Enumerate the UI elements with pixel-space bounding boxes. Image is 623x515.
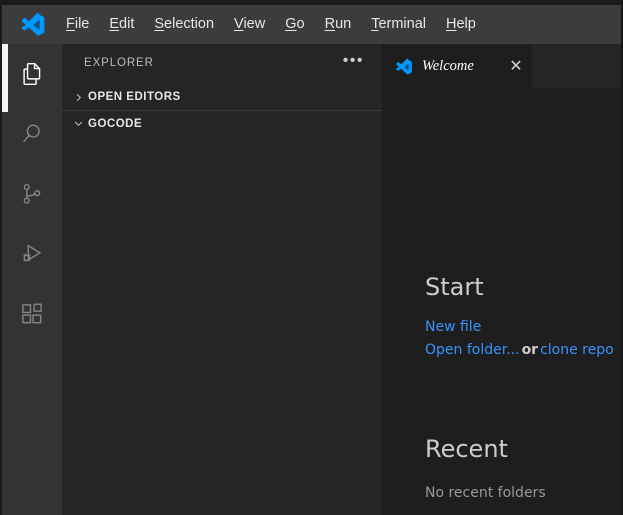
menu-item-selection[interactable]: Selection: [145, 13, 223, 36]
menu-item-file[interactable]: File: [57, 13, 98, 36]
menu-item-go[interactable]: Go: [276, 13, 313, 36]
menu-mnemonic-selection: S: [154, 16, 164, 32]
activity-item-source-control[interactable]: [2, 164, 62, 224]
chevron-right-icon: [70, 89, 86, 105]
sidebar-section-label-gocode: GOCODE: [88, 118, 142, 130]
menu-rest-selection: election: [164, 16, 214, 32]
or-separator-label: or: [520, 342, 541, 358]
chevron-down-icon: [70, 116, 86, 132]
menu-mnemonic-run: R: [325, 16, 335, 32]
vscode-logo-icon: [395, 58, 413, 76]
new-file-link[interactable]: New file: [425, 319, 481, 335]
clone-repo-link[interactable]: clone repo: [540, 342, 614, 358]
menu-item-run[interactable]: Run: [316, 13, 361, 36]
sidebar-title: EXPLORER: [84, 58, 154, 70]
run-and-debug-icon: [19, 241, 45, 267]
menu-mnemonic-help: H: [446, 16, 456, 32]
vscode-window: File Edit Selection View Go Run Terminal…: [0, 0, 623, 515]
more-actions-icon[interactable]: •••: [343, 57, 364, 71]
menu-mnemonic-file: F: [66, 16, 75, 32]
explorer-sidebar: EXPLORER ••• OPEN EDITORS GOCODE: [62, 44, 383, 515]
menu-item-edit[interactable]: Edit: [100, 13, 143, 36]
menu-bar: File Edit Selection View Go Run Terminal…: [2, 5, 621, 44]
recent-section-heading: Recent: [425, 435, 508, 463]
menu-item-view[interactable]: View: [225, 13, 274, 36]
menu-rest-help: elp: [456, 16, 475, 32]
activity-bar: [2, 44, 62, 515]
open-folder-row: Open folder...orclone repo: [425, 342, 614, 358]
welcome-page: Start New file Open folder...orclone rep…: [383, 88, 621, 515]
sidebar-header: EXPLORER •••: [62, 44, 382, 84]
menu-mnemonic-edit: E: [109, 16, 119, 32]
tab-welcome[interactable]: Welcome ✕: [383, 44, 532, 88]
menu-rest-edit: dit: [119, 16, 134, 32]
activity-item-explorer[interactable]: [2, 44, 62, 104]
source-control-icon: [19, 181, 45, 207]
file-tree[interactable]: [62, 136, 382, 146]
menu-rest-view: iew: [243, 16, 265, 32]
editor-group: Welcome ✕ Start New file Open folder...o…: [383, 44, 621, 515]
close-icon[interactable]: ✕: [504, 59, 528, 75]
sidebar-section-open-editors[interactable]: OPEN EDITORS: [62, 84, 382, 110]
menu-item-terminal[interactable]: Terminal: [362, 13, 435, 36]
open-folder-link[interactable]: Open folder...: [425, 342, 520, 358]
menu-mnemonic-go: G: [285, 16, 296, 32]
start-section-heading: Start: [425, 273, 484, 301]
vscode-logo-icon: [20, 12, 46, 38]
editor-tab-bar: Welcome ✕: [383, 44, 621, 88]
menu-items: File Edit Selection View Go Run Terminal…: [56, 5, 486, 44]
activity-item-run-debug[interactable]: [2, 224, 62, 284]
activity-item-extensions[interactable]: [2, 284, 62, 344]
menu-rest-run: un: [335, 16, 351, 32]
tab-label-welcome: Welcome: [422, 58, 504, 75]
sidebar-section-gocode[interactable]: GOCODE: [62, 110, 382, 136]
sidebar-section-label-open-editors: OPEN EDITORS: [88, 91, 181, 103]
menu-item-help[interactable]: Help: [437, 13, 485, 36]
no-recent-folders-text: No recent folders: [425, 485, 546, 501]
activity-item-search[interactable]: [2, 104, 62, 164]
menu-rest-terminal: erminal: [378, 16, 426, 32]
menu-rest-file: ile: [75, 16, 90, 32]
search-icon: [19, 121, 45, 147]
files-icon: [19, 61, 45, 87]
menu-rest-go: o: [297, 16, 305, 32]
screen-capture-artifact: [2, 44, 8, 112]
extensions-icon: [19, 301, 45, 327]
